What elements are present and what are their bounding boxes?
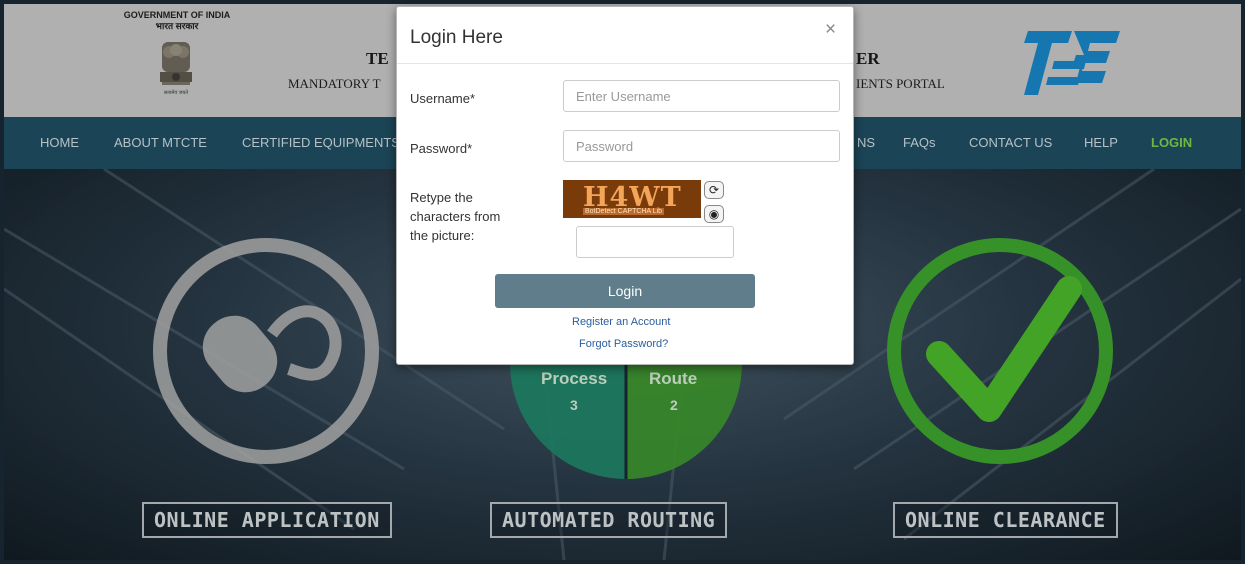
audio-captcha-icon[interactable]: ◉ xyxy=(704,205,724,223)
close-icon[interactable]: × xyxy=(825,19,836,41)
password-label: Password* xyxy=(410,141,473,156)
modal-divider xyxy=(397,63,853,64)
captcha-label-line1: Retype the xyxy=(410,190,473,205)
captcha-label-line2: characters from xyxy=(410,209,501,224)
login-button[interactable]: Login xyxy=(495,274,755,308)
username-input[interactable] xyxy=(563,80,840,112)
username-label: Username* xyxy=(410,91,476,106)
captcha-image: H4WT BotDetect CAPTCHA Lib xyxy=(563,180,701,218)
register-account-link[interactable]: Register an Account xyxy=(572,316,670,328)
captcha-input[interactable] xyxy=(576,226,734,258)
modal-title: Login Here xyxy=(410,27,503,48)
captcha-brand: BotDetect CAPTCHA Lib xyxy=(583,208,665,215)
password-input[interactable] xyxy=(563,130,840,162)
forgot-password-link[interactable]: Forgot Password? xyxy=(579,338,668,350)
captcha-label-line3: the picture: xyxy=(410,228,475,243)
login-modal: Login Here × Username* Password* Retype … xyxy=(396,6,854,365)
refresh-captcha-icon[interactable]: ⟳ xyxy=(704,181,724,199)
captcha-label: Retype the characters from the picture: xyxy=(410,188,500,245)
